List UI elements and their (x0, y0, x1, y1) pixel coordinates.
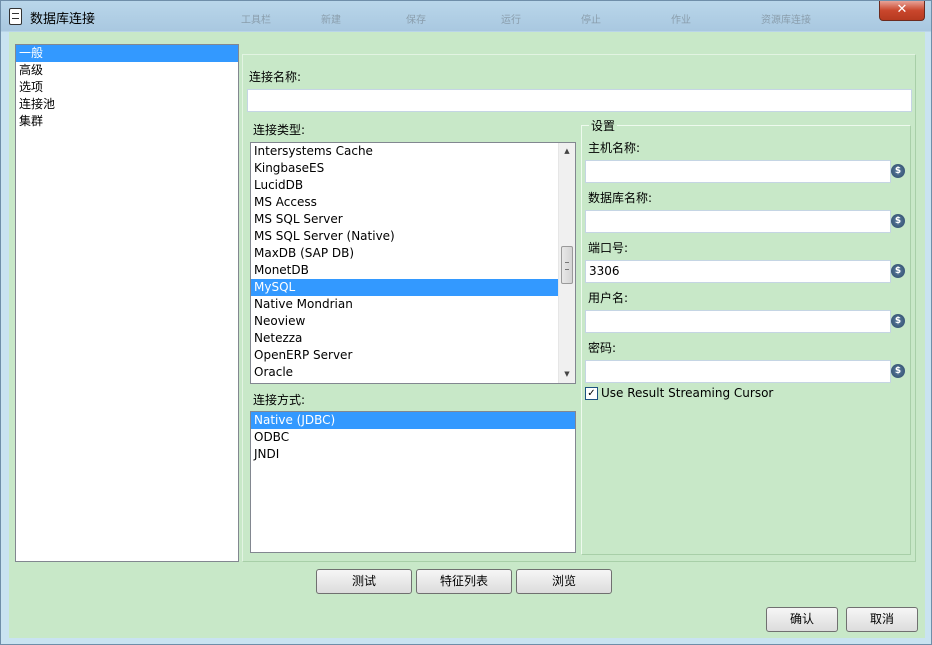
feature-list-button[interactable]: 特征列表 (416, 569, 512, 594)
list-item[interactable]: Netezza (251, 330, 575, 347)
password-input[interactable] (585, 360, 891, 383)
ok-button[interactable]: 确认 (766, 607, 838, 632)
list-item[interactable]: MaxDB (SAP DB) (251, 245, 575, 262)
port-input[interactable]: 3306 (585, 260, 891, 283)
list-item[interactable]: Native Mondrian (251, 296, 575, 313)
connection-method-list[interactable]: Native (JDBC) ODBC JNDI (250, 411, 576, 553)
category-list[interactable]: 一般 高级 选项 连接池 集群 (15, 44, 239, 562)
close-icon: ✕ (896, 2, 908, 17)
chevron-down-icon[interactable]: ▼ (559, 366, 575, 383)
background-toolbar-label: 作业 (671, 15, 691, 26)
list-item[interactable]: JNDI (251, 446, 575, 463)
list-item[interactable]: OpenERP Server (251, 347, 575, 364)
list-item[interactable]: MonetDB (251, 262, 575, 279)
variable-icon[interactable]: $ (891, 264, 905, 278)
database-name-label: 数据库名称: (588, 191, 653, 205)
list-item[interactable]: Intersystems Cache (251, 143, 575, 160)
list-item[interactable]: KingbaseES (251, 160, 575, 177)
list-item[interactable]: MS Access (251, 194, 575, 211)
list-item[interactable]: Oracle (251, 364, 575, 381)
test-button[interactable]: 测试 (316, 569, 412, 594)
nav-item-cluster[interactable]: 集群 (16, 113, 238, 130)
username-input[interactable] (585, 310, 891, 333)
connection-name-input[interactable] (247, 89, 912, 112)
connection-type-list[interactable]: Intersystems Cache KingbaseES LucidDB MS… (250, 142, 576, 384)
connection-method-label: 连接方式: (253, 393, 306, 407)
database-name-input[interactable] (585, 210, 891, 233)
background-toolbar-label: 新建 (321, 15, 341, 26)
nav-item-general[interactable]: 一般 (16, 45, 238, 62)
browse-button[interactable]: 浏览 (516, 569, 612, 594)
connection-type-scrollbar[interactable]: ▲ ▼ (558, 143, 575, 383)
close-button[interactable]: ✕ (879, 1, 925, 21)
title-bar[interactable]: 数据库连接 工具栏 新建 保存 运行 停止 作业 资源库连接 ✕ (1, 1, 931, 32)
list-item[interactable]: Neoview (251, 313, 575, 330)
variable-icon[interactable]: $ (891, 364, 905, 378)
password-label: 密码: (588, 341, 617, 355)
scroll-thumb[interactable] (561, 246, 573, 284)
streaming-cursor-label: Use Result Streaming Cursor (601, 386, 774, 400)
cancel-button[interactable]: 取消 (846, 607, 918, 632)
nav-item-pooling[interactable]: 连接池 (16, 96, 238, 113)
list-item[interactable]: LucidDB (251, 177, 575, 194)
list-item[interactable]: MS SQL Server (Native) (251, 228, 575, 245)
dialog-body: 一般 高级 选项 连接池 集群 连接名称: 连接类型: Intersystems… (9, 32, 925, 638)
username-label: 用户名: (588, 291, 629, 305)
list-item[interactable]: MS SQL Server (251, 211, 575, 228)
list-item-selected[interactable]: MySQL (251, 279, 575, 296)
host-input[interactable] (585, 160, 891, 183)
background-toolbar-label: 保存 (406, 15, 426, 26)
connection-name-label: 连接名称: (249, 70, 302, 84)
background-toolbar-label: 运行 (501, 15, 521, 26)
list-item[interactable]: ODBC (251, 429, 575, 446)
nav-item-advanced[interactable]: 高级 (16, 62, 238, 79)
list-item-selected[interactable]: Native (JDBC) (251, 412, 575, 429)
variable-icon[interactable]: $ (891, 164, 905, 178)
background-toolbar-label: 工具栏 (241, 15, 271, 26)
variable-icon[interactable]: $ (891, 214, 905, 228)
host-label: 主机名称: (588, 141, 641, 155)
port-label: 端口号: (588, 241, 629, 255)
window-title: 数据库连接 (30, 12, 96, 27)
background-toolbar-label: 资源库连接 (761, 15, 811, 26)
connection-type-label: 连接类型: (253, 123, 306, 137)
connection-type-items: Intersystems Cache KingbaseES LucidDB MS… (251, 143, 575, 381)
dialog-window: 数据库连接 工具栏 新建 保存 运行 停止 作业 资源库连接 ✕ 一般 高级 选… (0, 0, 932, 645)
database-icon (9, 8, 22, 25)
variable-icon[interactable]: $ (891, 314, 905, 328)
chevron-up-icon[interactable]: ▲ (559, 143, 575, 160)
streaming-cursor-checkbox[interactable]: ✓ (585, 387, 598, 400)
nav-item-options[interactable]: 选项 (16, 79, 238, 96)
background-toolbar-label: 停止 (581, 15, 601, 26)
background-toolbar: 工具栏 新建 保存 运行 停止 作业 资源库连接 (201, 3, 861, 29)
settings-title: 设置 (589, 117, 618, 134)
